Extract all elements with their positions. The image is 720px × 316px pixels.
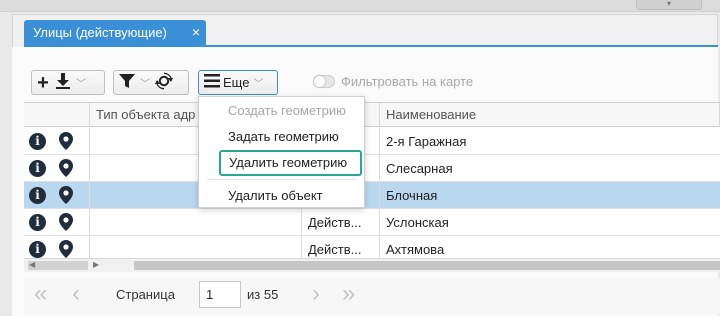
streets-grid: Тип объекта адр Наименование i 2-я Гаражн…: [24, 102, 720, 258]
table-row[interactable]: i Действ... Ахтямова: [24, 236, 720, 258]
chevron-down-icon: ﹀: [253, 79, 264, 90]
chevron-down-icon[interactable]: ﹀: [140, 75, 150, 90]
page-count-label: из 55: [247, 287, 279, 302]
tab-streets[interactable]: Улицы (действующие) ×: [24, 20, 206, 45]
row-actions: i: [24, 209, 90, 236]
more-button[interactable]: Еще ﹀: [198, 70, 278, 95]
scroll-right-icon[interactable]: ▶: [93, 260, 99, 270]
top-scroll-handle[interactable]: ▾: [636, 0, 702, 10]
row-actions: i: [24, 236, 90, 258]
download-icon[interactable]: [54, 73, 72, 92]
row-actions: i: [24, 182, 90, 209]
page-label: Страница: [116, 287, 175, 302]
map-pin-icon[interactable]: [59, 240, 73, 258]
map-pin-icon[interactable]: [59, 213, 73, 231]
grid-header: Тип объекта адр Наименование: [24, 103, 720, 127]
map-filter-label: Фильтровать на карте: [341, 74, 474, 89]
table-row[interactable]: i Слесарная: [24, 155, 720, 182]
tab-title: Улицы (действующие): [33, 25, 167, 40]
scroll-track-left[interactable]: [28, 261, 88, 270]
cell-name: Ахтямова: [386, 242, 445, 257]
info-icon[interactable]: i: [29, 160, 46, 177]
column-header-name[interactable]: Наименование: [380, 103, 720, 127]
map-pin-icon[interactable]: [59, 132, 73, 150]
cell-type: [90, 236, 302, 258]
row-actions: i: [24, 128, 90, 155]
filter-icon[interactable]: [114, 74, 140, 91]
top-strip: [0, 0, 720, 12]
actions-column-header: [24, 103, 90, 127]
cell-name: Слесарная: [386, 161, 453, 176]
add-split-button[interactable]: + ﹀: [31, 70, 105, 95]
horizontal-scrollbar[interactable]: ◀ ▶: [24, 258, 720, 272]
cell-type: [90, 209, 302, 236]
scroll-left-icon[interactable]: ◀: [29, 260, 35, 270]
filter-split-button[interactable]: ﹀: [113, 70, 189, 95]
info-icon[interactable]: i: [29, 241, 46, 258]
info-icon[interactable]: i: [29, 187, 46, 204]
menu-item-set-geometry[interactable]: Задать геометрию: [199, 124, 364, 150]
table-row[interactable]: i Блочная: [24, 182, 720, 209]
info-icon[interactable]: i: [29, 133, 46, 150]
table-row[interactable]: i Действ... Услонская: [24, 209, 720, 236]
cell-name: 2-я Гаражная: [386, 134, 467, 149]
cell-state: Действ...: [302, 209, 380, 236]
more-dropdown-menu: Создать геометрию Задать геометрию Удали…: [198, 96, 365, 208]
menu-item-delete-geometry[interactable]: Удалить геометрию: [219, 150, 362, 176]
table-row[interactable]: i 2-я Гаражная: [24, 128, 720, 155]
cell-state: Действ...: [302, 236, 380, 258]
info-icon[interactable]: i: [29, 214, 46, 231]
map-pin-icon[interactable]: [59, 159, 73, 177]
prev-page-icon[interactable]: ‹: [72, 282, 80, 306]
next-page-icon[interactable]: ›: [312, 282, 320, 306]
last-page-icon[interactable]: »: [342, 282, 355, 306]
hamburger-icon: [201, 74, 223, 91]
cell-name: Блочная: [386, 188, 438, 203]
plus-icon[interactable]: +: [32, 73, 54, 93]
page-number-input[interactable]: 1: [199, 281, 241, 308]
chevron-down-icon[interactable]: ﹀: [76, 75, 86, 90]
first-page-icon[interactable]: «: [34, 282, 47, 306]
scroll-thumb[interactable]: [134, 261, 720, 270]
row-actions: i: [24, 155, 90, 182]
menu-item-create-geometry: Создать геометрию: [228, 103, 346, 118]
menu-separator: [207, 179, 356, 180]
more-label: Еще: [223, 75, 250, 90]
map-pin-icon[interactable]: [59, 186, 73, 204]
map-filter-toggle[interactable]: [313, 75, 335, 88]
cell-name: Услонская: [386, 215, 449, 230]
close-icon[interactable]: ×: [192, 20, 200, 45]
refresh-icon[interactable]: [152, 72, 176, 93]
menu-item-delete-object[interactable]: Удалить объект: [199, 183, 364, 209]
pager: « ‹ Страница 1 из 55 › »: [24, 278, 720, 314]
